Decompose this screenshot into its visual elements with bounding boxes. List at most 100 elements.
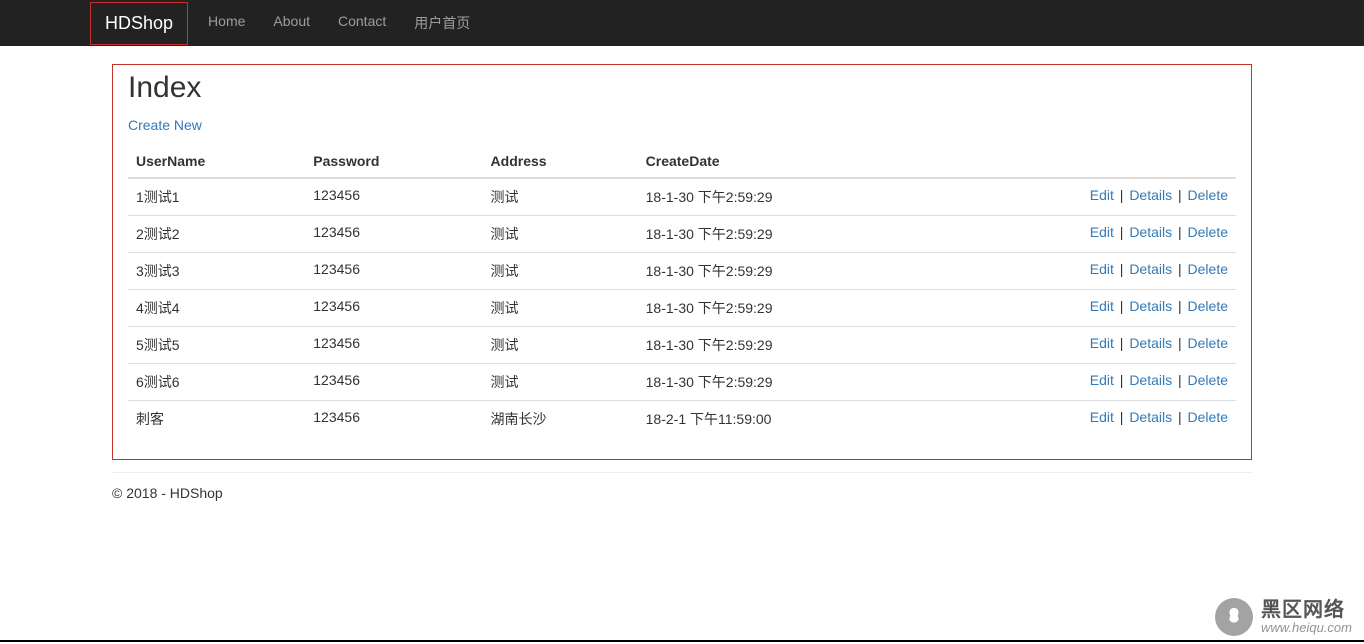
details-link[interactable]: Details [1129, 187, 1172, 203]
separator: | [1114, 409, 1129, 425]
edit-link[interactable]: Edit [1090, 298, 1114, 314]
footer-text: © 2018 - HDShop [112, 485, 1252, 501]
separator: | [1114, 261, 1129, 277]
nav-about[interactable]: About [259, 0, 324, 43]
edit-link[interactable]: Edit [1090, 224, 1114, 240]
nav-home[interactable]: Home [194, 0, 259, 43]
cell-username: 1测试1 [128, 178, 305, 216]
watermark-cn: 黑区网络 [1261, 599, 1352, 621]
nav-menu: Home About Contact 用户首页 [194, 0, 484, 47]
table-row: 刺客123456湖南长沙18-2-1 下午11:59:00Edit | Deta… [128, 401, 1236, 438]
separator: | [1114, 224, 1129, 240]
watermark-icon [1215, 598, 1253, 636]
cell-address: 测试 [483, 364, 638, 401]
cell-username: 刺客 [128, 401, 305, 438]
separator: | [1172, 298, 1187, 314]
cell-password: 123456 [305, 364, 482, 401]
delete-link[interactable]: Delete [1188, 409, 1228, 425]
separator: | [1114, 372, 1129, 388]
cell-actions: Edit | Details | Delete [937, 327, 1236, 364]
th-username: UserName [128, 145, 305, 178]
cell-password: 123456 [305, 327, 482, 364]
th-createdate: CreateDate [638, 145, 937, 178]
cell-password: 123456 [305, 253, 482, 290]
table-row: 5测试5123456测试18-1-30 下午2:59:29Edit | Deta… [128, 327, 1236, 364]
footer: © 2018 - HDShop [112, 485, 1252, 521]
cell-password: 123456 [305, 401, 482, 438]
delete-link[interactable]: Delete [1188, 372, 1228, 388]
users-table: UserName Password Address CreateDate 1测试… [128, 145, 1236, 437]
cell-username: 4测试4 [128, 290, 305, 327]
delete-link[interactable]: Delete [1188, 335, 1228, 351]
watermark-text: 黑区网络 www.heiqu.com [1261, 599, 1352, 635]
cell-createdate: 18-2-1 下午11:59:00 [638, 401, 937, 438]
cell-createdate: 18-1-30 下午2:59:29 [638, 253, 937, 290]
cell-actions: Edit | Details | Delete [937, 178, 1236, 216]
cell-username: 6测试6 [128, 364, 305, 401]
brand-link[interactable]: HDShop [90, 2, 188, 45]
separator: | [1114, 335, 1129, 351]
page-title: Index [128, 71, 1236, 105]
cell-address: 测试 [483, 216, 638, 253]
watermark: 黑区网络 www.heiqu.com [1215, 598, 1352, 636]
edit-link[interactable]: Edit [1090, 261, 1114, 277]
cell-actions: Edit | Details | Delete [937, 290, 1236, 327]
delete-link[interactable]: Delete [1188, 187, 1228, 203]
cell-username: 2测试2 [128, 216, 305, 253]
cell-createdate: 18-1-30 下午2:59:29 [638, 178, 937, 216]
delete-link[interactable]: Delete [1188, 298, 1228, 314]
cell-password: 123456 [305, 216, 482, 253]
separator: | [1172, 187, 1187, 203]
create-new-link[interactable]: Create New [128, 117, 202, 133]
table-header-row: UserName Password Address CreateDate [128, 145, 1236, 178]
separator: | [1114, 298, 1129, 314]
details-link[interactable]: Details [1129, 409, 1172, 425]
details-link[interactable]: Details [1129, 224, 1172, 240]
page-bottom-border [0, 640, 1364, 642]
table-row: 2测试2123456测试18-1-30 下午2:59:29Edit | Deta… [128, 216, 1236, 253]
watermark-en: www.heiqu.com [1261, 621, 1352, 635]
separator: | [1172, 372, 1187, 388]
cell-password: 123456 [305, 290, 482, 327]
table-row: 3测试3123456测试18-1-30 下午2:59:29Edit | Deta… [128, 253, 1236, 290]
edit-link[interactable]: Edit [1090, 409, 1114, 425]
cell-address: 测试 [483, 327, 638, 364]
details-link[interactable]: Details [1129, 372, 1172, 388]
cell-createdate: 18-1-30 下午2:59:29 [638, 216, 937, 253]
content-panel: Index Create New UserName Password Addre… [112, 64, 1252, 460]
edit-link[interactable]: Edit [1090, 335, 1114, 351]
table-row: 4测试4123456测试18-1-30 下午2:59:29Edit | Deta… [128, 290, 1236, 327]
cell-address: 测试 [483, 178, 638, 216]
cell-actions: Edit | Details | Delete [937, 216, 1236, 253]
details-link[interactable]: Details [1129, 335, 1172, 351]
nav-user-home[interactable]: 用户首页 [400, 0, 484, 47]
footer-divider [112, 472, 1252, 473]
delete-link[interactable]: Delete [1188, 261, 1228, 277]
nav-contact[interactable]: Contact [324, 0, 400, 43]
cell-actions: Edit | Details | Delete [937, 364, 1236, 401]
delete-link[interactable]: Delete [1188, 224, 1228, 240]
cell-address: 测试 [483, 290, 638, 327]
separator: | [1172, 261, 1187, 277]
cell-createdate: 18-1-30 下午2:59:29 [638, 327, 937, 364]
separator: | [1172, 335, 1187, 351]
cell-address: 测试 [483, 253, 638, 290]
cell-username: 3测试3 [128, 253, 305, 290]
cell-createdate: 18-1-30 下午2:59:29 [638, 364, 937, 401]
details-link[interactable]: Details [1129, 261, 1172, 277]
separator: | [1172, 224, 1187, 240]
cell-actions: Edit | Details | Delete [937, 253, 1236, 290]
details-link[interactable]: Details [1129, 298, 1172, 314]
cell-password: 123456 [305, 178, 482, 216]
separator: | [1172, 409, 1187, 425]
cell-actions: Edit | Details | Delete [937, 401, 1236, 438]
navbar: HDShop Home About Contact 用户首页 [0, 0, 1364, 46]
table-row: 6测试6123456测试18-1-30 下午2:59:29Edit | Deta… [128, 364, 1236, 401]
table-row: 1测试1123456测试18-1-30 下午2:59:29Edit | Deta… [128, 178, 1236, 216]
edit-link[interactable]: Edit [1090, 372, 1114, 388]
th-actions [937, 145, 1236, 178]
edit-link[interactable]: Edit [1090, 187, 1114, 203]
th-password: Password [305, 145, 482, 178]
cell-createdate: 18-1-30 下午2:59:29 [638, 290, 937, 327]
cell-username: 5测试5 [128, 327, 305, 364]
